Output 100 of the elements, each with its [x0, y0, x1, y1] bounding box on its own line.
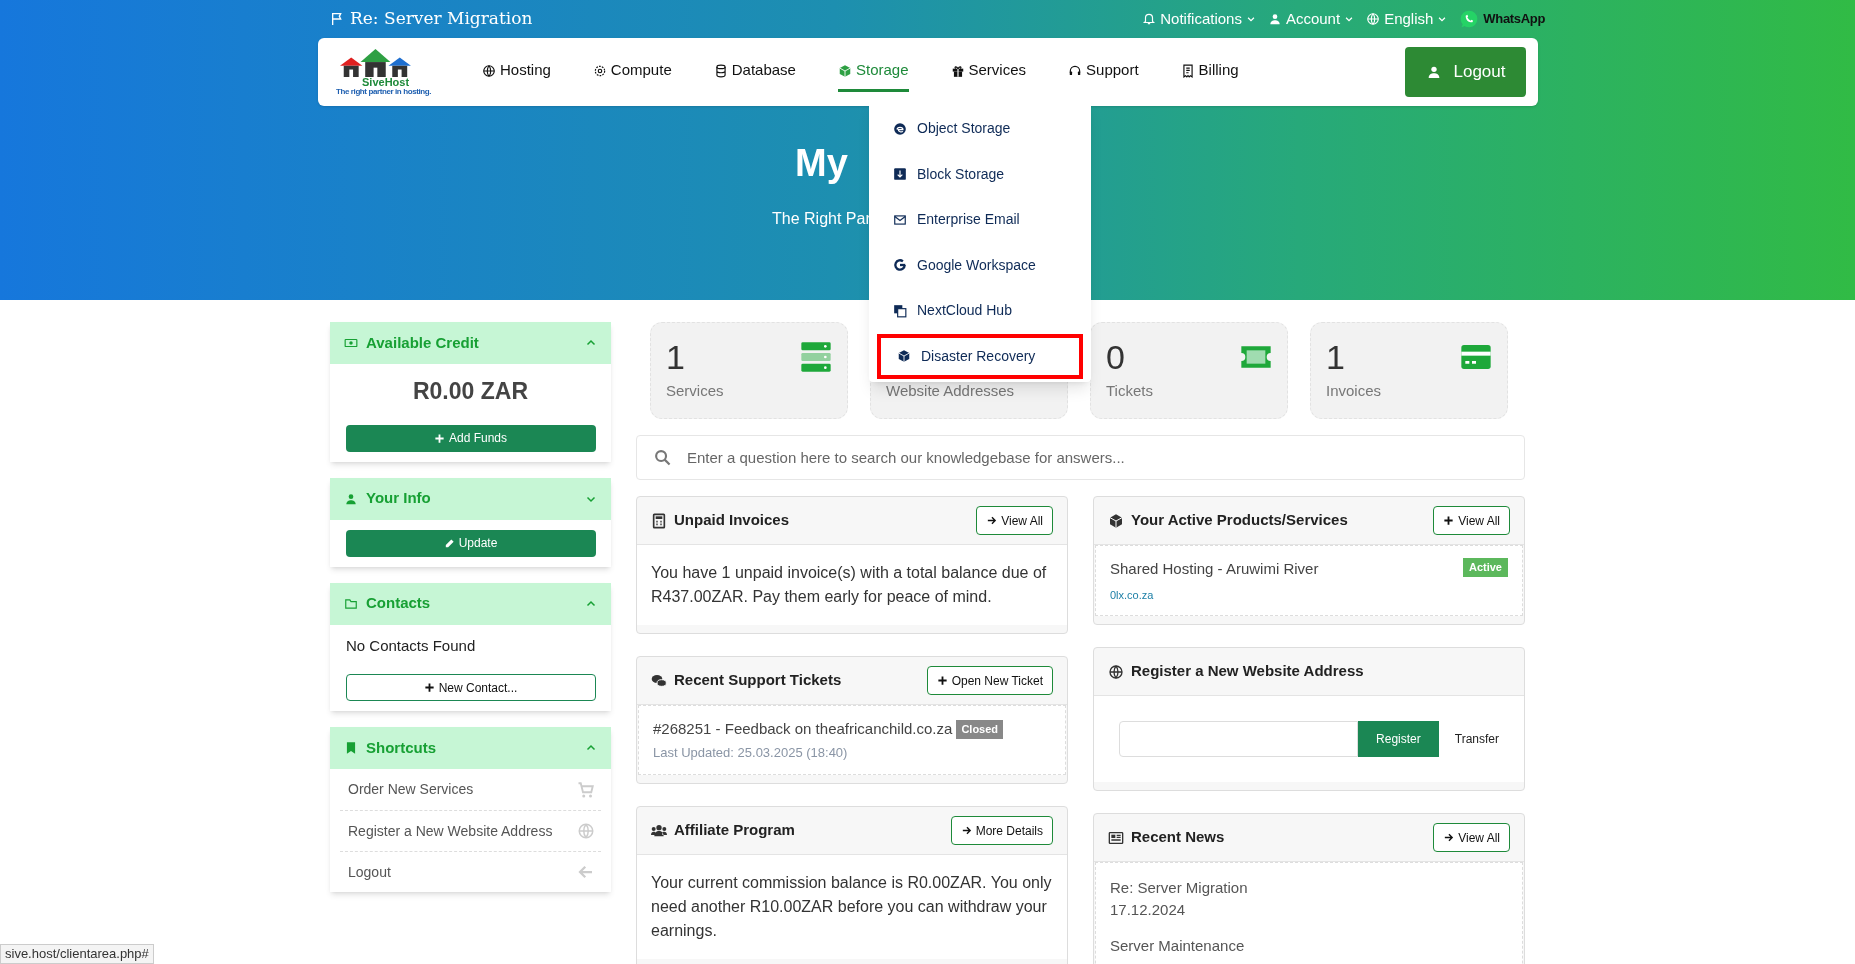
panel-title: Register a New Website Address — [1131, 661, 1364, 682]
arrow-right-icon — [1443, 832, 1455, 843]
plus-icon — [433, 432, 445, 444]
plus-icon — [423, 682, 435, 693]
cube-icon — [837, 63, 852, 78]
news-title[interactable]: Re: Server Migration — [1110, 877, 1508, 899]
stat-card[interactable]: 1 Invoices — [1310, 322, 1508, 419]
nav-tab[interactable]: Services — [950, 52, 1027, 92]
globe-icon — [577, 822, 595, 840]
status-url: sive.host/clientarea.php# — [0, 944, 154, 964]
globe-icon — [1366, 12, 1381, 26]
panel-title: Recent News — [1131, 827, 1225, 848]
calculator-icon — [651, 512, 667, 529]
dropdown-item[interactable]: NextCloud Hub — [877, 288, 1083, 334]
stat-label: Invoices — [1326, 380, 1382, 401]
nav-tab[interactable]: Compute — [592, 52, 672, 92]
update-button[interactable]: Update — [345, 529, 596, 557]
user-icon — [1267, 12, 1282, 26]
chevron-down-icon — [1245, 14, 1256, 24]
header-button[interactable]: More Details — [950, 816, 1053, 845]
nav-tab[interactable]: Support — [1068, 52, 1139, 92]
search-icon — [654, 449, 671, 466]
new-contact-button[interactable]: New Contact... — [345, 674, 596, 701]
panel-title: Affiliate Program — [674, 820, 795, 841]
credit-amount: R0.00 ZAR — [411, 377, 529, 406]
shortcut-link[interactable]: Register a New Website Address — [340, 810, 601, 851]
arrow-left-icon — [577, 863, 595, 881]
arrow-right-icon — [986, 515, 998, 526]
product-name: Shared Hosting - Aruwimi River — [1110, 559, 1319, 579]
nav-tab[interactable]: Storage — [837, 52, 909, 92]
hero-subtitle: The Right Par — [772, 209, 871, 229]
add-funds-button[interactable]: Add Funds — [345, 424, 596, 452]
server-icon — [800, 341, 832, 373]
news-date: 17.12.2024 — [1110, 900, 1187, 920]
dropdown-item[interactable]: Disaster Recovery — [877, 333, 1083, 379]
cube-icon — [1108, 512, 1124, 529]
stat-value: 1 — [1326, 339, 1346, 374]
card-title: Available Credit — [366, 332, 479, 353]
cart-icon — [577, 780, 595, 799]
ticket-updated: Last Updated: 25.03.2025 (18:40) — [653, 743, 849, 762]
brand-tagline: The right partner in hosting. — [336, 87, 432, 96]
headset-icon — [1068, 63, 1083, 78]
gift-icon — [950, 63, 965, 78]
copy-icon — [893, 303, 907, 318]
header-button[interactable]: View All — [1433, 506, 1510, 535]
dropdown-item[interactable]: Google Workspace — [877, 242, 1083, 288]
plus-icon — [936, 675, 948, 686]
header-button[interactable]: View All — [976, 506, 1053, 535]
panel-title: Recent Support Tickets — [674, 670, 842, 691]
swirl-icon — [893, 121, 907, 136]
transfer-link[interactable]: Transfer — [1454, 730, 1499, 748]
empty-message: No Contacts Found — [345, 635, 477, 656]
users-icon — [651, 822, 667, 839]
chevron-down-icon — [1344, 14, 1355, 24]
newspaper-icon — [1108, 829, 1124, 846]
header-button[interactable]: View All — [1433, 823, 1510, 852]
card-title: Your Info — [366, 488, 431, 509]
logout-button[interactable]: Logout — [1405, 47, 1526, 97]
dropdown-item[interactable]: Enterprise Email — [877, 197, 1083, 243]
register-button[interactable]: Register — [1358, 721, 1439, 757]
folder-icon — [344, 596, 358, 611]
shortcut-link[interactable]: Order New Services — [340, 769, 601, 810]
mail-icon — [893, 212, 907, 227]
status-badge: Active — [1462, 558, 1508, 577]
user-icon — [344, 491, 358, 506]
dropdown-item[interactable]: Block Storage — [877, 151, 1083, 197]
stat-value: 0 — [1106, 339, 1126, 374]
card-title: Shortcuts — [366, 737, 436, 758]
header-button[interactable]: Open New Ticket — [926, 666, 1053, 695]
cube-icon — [897, 349, 911, 364]
panel-title: Your Active Products/Services — [1131, 510, 1348, 531]
g-letter-icon — [893, 258, 907, 273]
download-icon — [893, 167, 907, 182]
bell-icon — [1142, 12, 1157, 26]
stat-card[interactable]: 0 Tickets — [1090, 322, 1288, 419]
stat-card[interactable]: 1 Services — [650, 322, 848, 419]
domain-field[interactable] — [1119, 721, 1359, 757]
brand-name: SiveHost — [362, 76, 410, 88]
nav-tab[interactable]: Hosting — [482, 52, 551, 92]
card-title: Contacts — [366, 593, 431, 614]
panel-text: You have 1 unpaid invoice(s) with a total balance due of R437.00ZAR. Pay them early for peace of mind. — [651, 563, 1048, 607]
news-title[interactable]: Server Maintenance — [1110, 935, 1508, 957]
ticket-item[interactable]: #268251 - Feedback on theafricanchild.co.za Closed Last Updated: 25.03.2025 (18:40) — [638, 705, 1066, 775]
receipt-icon — [1180, 63, 1195, 78]
nav-tab[interactable]: Billing — [1180, 52, 1239, 92]
money-icon — [344, 336, 358, 350]
stat-label: Tickets — [1106, 380, 1153, 401]
shortcut-link[interactable]: Logout — [340, 851, 601, 892]
gear-icon — [592, 63, 607, 78]
search-field[interactable]: Enter a question here to search our knowledgebase for answers... — [636, 435, 1525, 480]
chevron-down-icon — [1437, 14, 1448, 24]
domain-link[interactable]: 0lx.co.za — [1110, 586, 1508, 603]
stat-label: Website Addresses — [886, 380, 1015, 401]
stat-value: 1 — [666, 339, 686, 374]
product-item[interactable]: Shared Hosting - Aruwimi River Active 0lx.co.za — [1095, 545, 1523, 616]
whatsapp-link[interactable]: WhatsApp — [1459, 9, 1545, 29]
nav-tab[interactable]: Database — [713, 52, 796, 92]
plus-icon — [1443, 515, 1455, 526]
globe-icon — [482, 63, 496, 78]
dropdown-item[interactable]: Object Storage — [877, 106, 1083, 152]
